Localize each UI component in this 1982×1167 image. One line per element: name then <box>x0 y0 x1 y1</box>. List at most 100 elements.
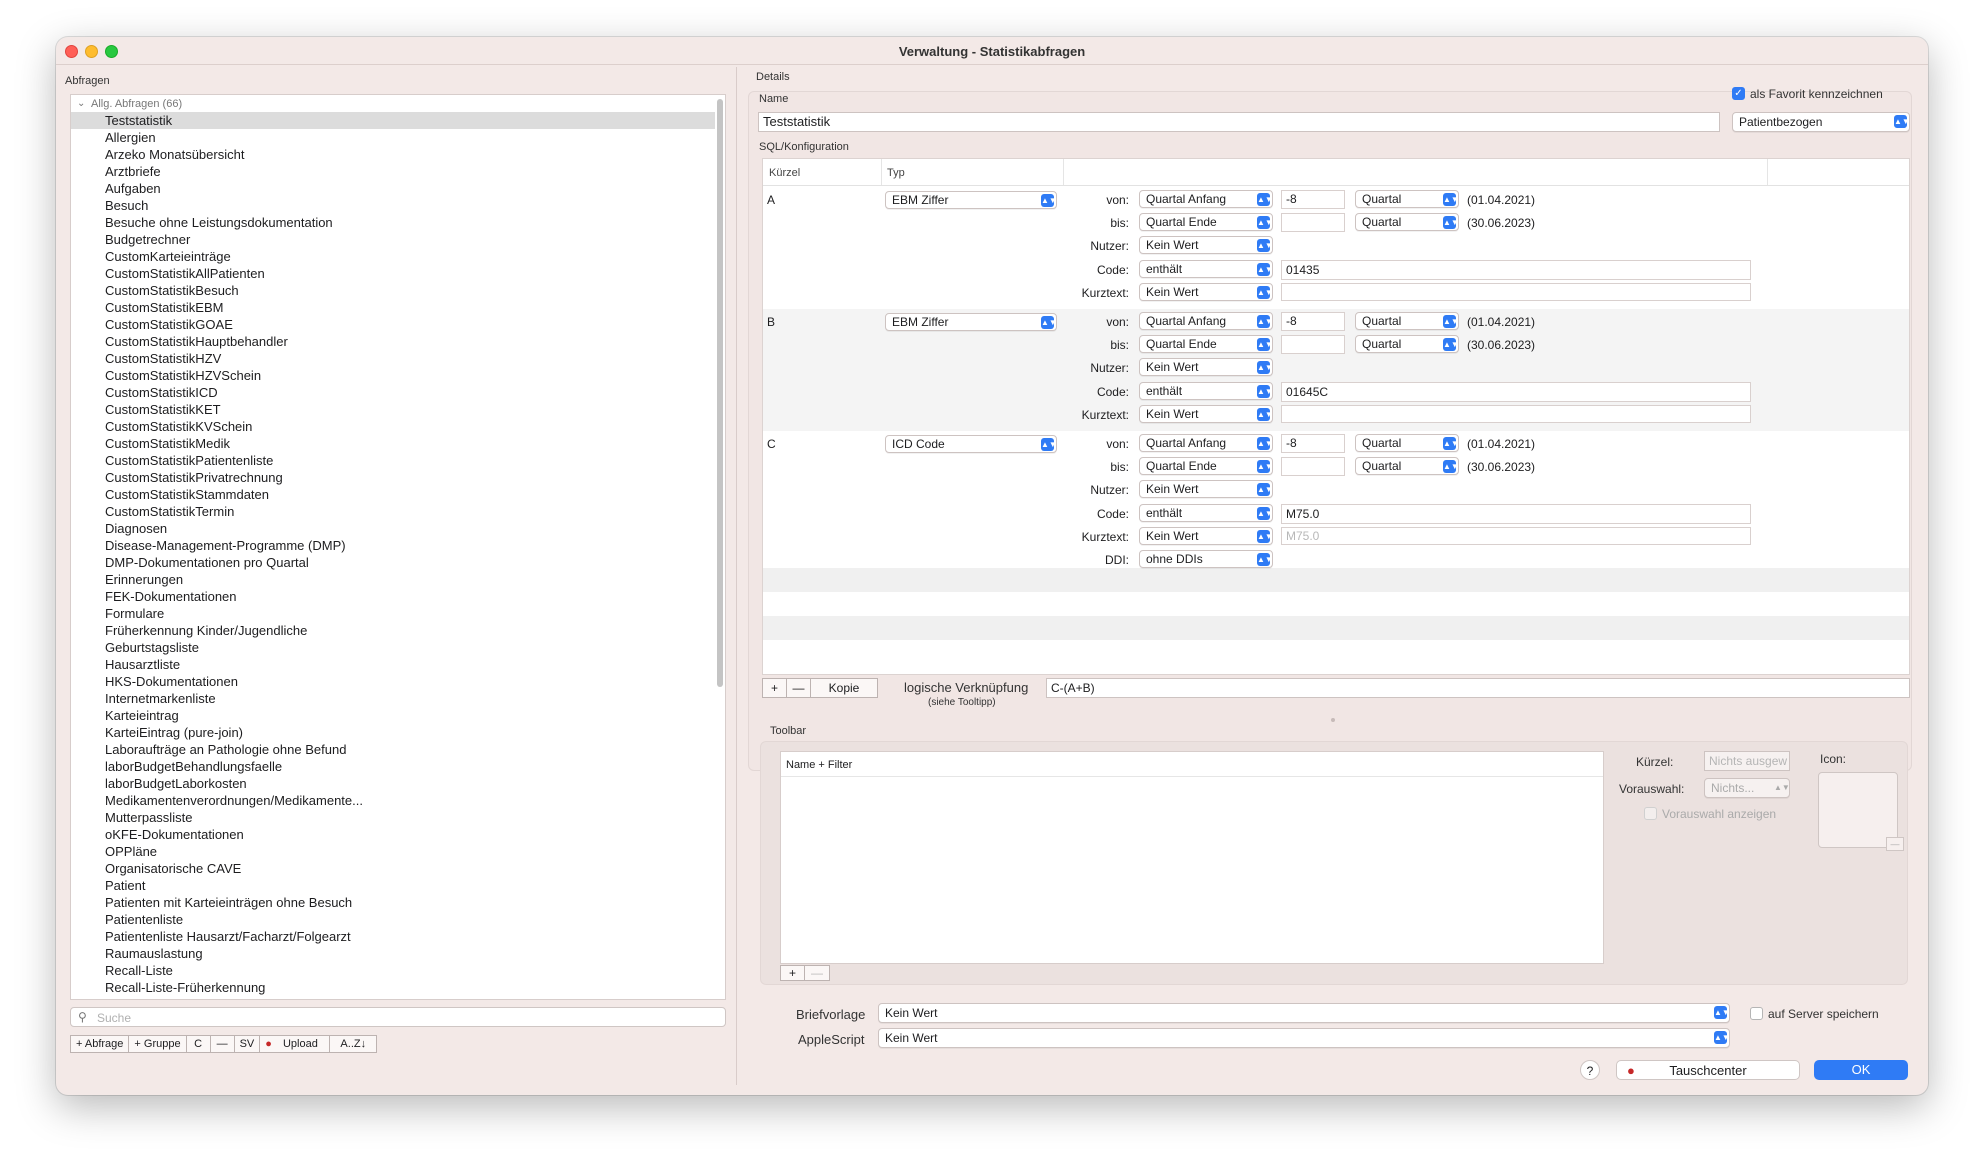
list-item[interactable]: Früherkennung Kinder/Jugendliche <box>71 622 715 639</box>
logic-input[interactable]: C-(A+B) <box>1046 678 1910 698</box>
code-operator-popup[interactable]: enthält ▲▼ <box>1139 260 1273 278</box>
code-input[interactable]: 01645C <box>1281 382 1751 402</box>
list-item[interactable]: Laboraufträge an Pathologie ohne Befund <box>71 741 715 758</box>
bis-offset-input[interactable] <box>1281 457 1345 476</box>
von-offset-input[interactable]: -8 <box>1281 190 1345 209</box>
code-input[interactable]: 01435 <box>1281 260 1751 280</box>
vorauswahl-show-checkbox[interactable] <box>1644 807 1657 820</box>
sort-button[interactable]: A..Z↓ <box>330 1036 376 1052</box>
list-item[interactable]: CustomKarteieinträge <box>71 248 715 265</box>
list-item[interactable]: Patientenliste Hausarzt/Facharzt/Folgear… <box>71 928 715 945</box>
remove-button[interactable]: — <box>211 1036 235 1052</box>
list-item[interactable]: KarteiEintrag (pure-join) <box>71 724 715 741</box>
help-button[interactable]: ? <box>1580 1060 1600 1080</box>
server-save-checkbox[interactable] <box>1750 1007 1763 1020</box>
bis-unit-popup[interactable]: Quartal ▲▼ <box>1355 335 1459 353</box>
list-item[interactable]: oKFE-Dokumentationen <box>71 826 715 843</box>
list-item[interactable]: Patientenliste <box>71 911 715 928</box>
von-popup[interactable]: Quartal Anfang ▲▼ <box>1139 312 1273 330</box>
list-item[interactable]: CustomStatistikHZVSchein <box>71 367 715 384</box>
bis-popup[interactable]: Quartal Ende ▲▼ <box>1139 213 1273 231</box>
nutzer-popup[interactable]: Kein Wert ▲▼ <box>1139 236 1273 254</box>
list-item[interactable]: Patienten mit Karteieinträgen ohne Besuc… <box>71 894 715 911</box>
add-row-button[interactable]: + <box>763 679 787 697</box>
query-list[interactable]: ⌄ Allg. Abfragen (66) Teststatistik Aller… <box>70 94 726 1000</box>
list-item[interactable]: Patient <box>71 877 715 894</box>
list-item[interactable]: CustomStatistikKVSchein <box>71 418 715 435</box>
c-button[interactable]: C <box>187 1036 211 1052</box>
list-item[interactable]: CustomStatistikHZV <box>71 350 715 367</box>
von-offset-input[interactable]: -8 <box>1281 312 1345 331</box>
typ-popup[interactable]: EBM Ziffer ▲▼ <box>885 191 1057 209</box>
list-item[interactable]: Karteieintrag <box>71 707 715 724</box>
upload-button[interactable]: ● Upload <box>260 1036 331 1052</box>
remove-row-button[interactable]: — <box>787 679 811 697</box>
copy-row-button[interactable]: Kopie <box>811 679 877 697</box>
kurztext-popup[interactable]: Kein Wert ▲▼ <box>1139 527 1273 545</box>
split-divider[interactable] <box>736 67 737 1085</box>
bis-popup[interactable]: Quartal Ende ▲▼ <box>1139 335 1273 353</box>
list-item[interactable]: OPPläne <box>71 843 715 860</box>
kurztext-input[interactable] <box>1281 283 1751 301</box>
nutzer-popup[interactable]: Kein Wert ▲▼ <box>1139 480 1273 498</box>
list-item[interactable]: Raumauslastung <box>71 945 715 962</box>
list-item[interactable]: CustomStatistikMedik <box>71 435 715 452</box>
sv-button[interactable]: SV <box>235 1036 261 1052</box>
name-input[interactable]: Teststatistik <box>758 112 1720 132</box>
list-item[interactable]: CustomStatistikStammdaten <box>71 486 715 503</box>
sql-config-table[interactable]: Kürzel Typ A EBM Ziffer ▲▼ von: bis: Nutzer: C… <box>762 158 1910 675</box>
list-item[interactable]: Mutterpassliste <box>71 809 715 826</box>
von-unit-popup[interactable]: Quartal ▲▼ <box>1355 434 1459 452</box>
list-item[interactable]: Budgetrechner <box>71 231 715 248</box>
search-field[interactable]: ⚲ Suche <box>70 1007 726 1027</box>
list-item[interactable]: Recall-Liste <box>71 962 715 979</box>
list-item[interactable]: Organisatorische CAVE <box>71 860 715 877</box>
list-item[interactable]: CustomStatistikEBM <box>71 299 715 316</box>
list-item[interactable]: DMP-Dokumentationen pro Quartal <box>71 554 715 571</box>
icon-remove-button[interactable]: — <box>1886 837 1904 851</box>
code-input[interactable]: M75.0 <box>1281 504 1751 524</box>
typ-popup[interactable]: EBM Ziffer ▲▼ <box>885 313 1057 331</box>
list-item[interactable]: Geburtstagsliste <box>71 639 715 656</box>
ok-button[interactable]: OK <box>1814 1060 1908 1080</box>
add-query-button[interactable]: + Abfrage <box>71 1036 130 1052</box>
list-item[interactable]: FEK-Dokumentationen <box>71 588 715 605</box>
kuerzel-input[interactable]: Nichts ausgew <box>1704 751 1790 771</box>
list-scrollbar[interactable] <box>717 99 723 687</box>
list-item[interactable]: laborBudgetBehandlungsfaelle <box>71 758 715 775</box>
list-item[interactable]: Hausarztliste <box>71 656 715 673</box>
typ-popup[interactable]: ICD Code ▲▼ <box>885 435 1057 453</box>
bis-unit-popup[interactable]: Quartal ▲▼ <box>1355 457 1459 475</box>
chevron-down-icon[interactable]: ⌄ <box>77 98 85 109</box>
list-item[interactable]: Erinnerungen <box>71 571 715 588</box>
code-operator-popup[interactable]: enthält ▲▼ <box>1139 382 1273 400</box>
ddi-popup[interactable]: ohne DDIs ▲▼ <box>1139 550 1273 568</box>
bis-popup[interactable]: Quartal Ende ▲▼ <box>1139 457 1273 475</box>
von-popup[interactable]: Quartal Anfang ▲▼ <box>1139 190 1273 208</box>
list-item[interactable]: Medikamentenverordnungen/Medikamente... <box>71 792 715 809</box>
nutzer-popup[interactable]: Kein Wert ▲▼ <box>1139 358 1273 376</box>
list-item[interactable]: Arztbriefe <box>71 163 715 180</box>
kurztext-popup[interactable]: Kein Wert ▲▼ <box>1139 283 1273 301</box>
von-popup[interactable]: Quartal Anfang ▲▼ <box>1139 434 1273 452</box>
list-item[interactable]: CustomStatistikTermin <box>71 503 715 520</box>
applescript-popup[interactable]: Kein Wert ▲▼ <box>878 1028 1730 1048</box>
list-item[interactable]: Teststatistik <box>71 112 715 129</box>
bis-offset-input[interactable] <box>1281 213 1345 232</box>
von-unit-popup[interactable]: Quartal ▲▼ <box>1355 312 1459 330</box>
list-item[interactable]: CustomStatistikBesuch <box>71 282 715 299</box>
von-unit-popup[interactable]: Quartal ▲▼ <box>1355 190 1459 208</box>
list-item[interactable]: Aufgaben <box>71 180 715 197</box>
vorauswahl-popup[interactable]: Nichts... ▲▼ <box>1704 778 1790 798</box>
list-item[interactable]: CustomStatistikPatientenliste <box>71 452 715 469</box>
kurztext-input[interactable] <box>1281 405 1751 423</box>
split-handle[interactable] <box>1331 718 1335 722</box>
list-item[interactable]: Formulare <box>71 605 715 622</box>
list-item[interactable]: Disease-Management-Programme (DMP) <box>71 537 715 554</box>
bis-offset-input[interactable] <box>1281 335 1345 354</box>
von-offset-input[interactable]: -8 <box>1281 434 1345 453</box>
toolbar-remove-button[interactable]: — <box>805 966 829 980</box>
add-group-button[interactable]: + Gruppe <box>129 1036 187 1052</box>
list-item[interactable]: laborBudgetLaborkosten <box>71 775 715 792</box>
list-item[interactable]: Allergien <box>71 129 715 146</box>
